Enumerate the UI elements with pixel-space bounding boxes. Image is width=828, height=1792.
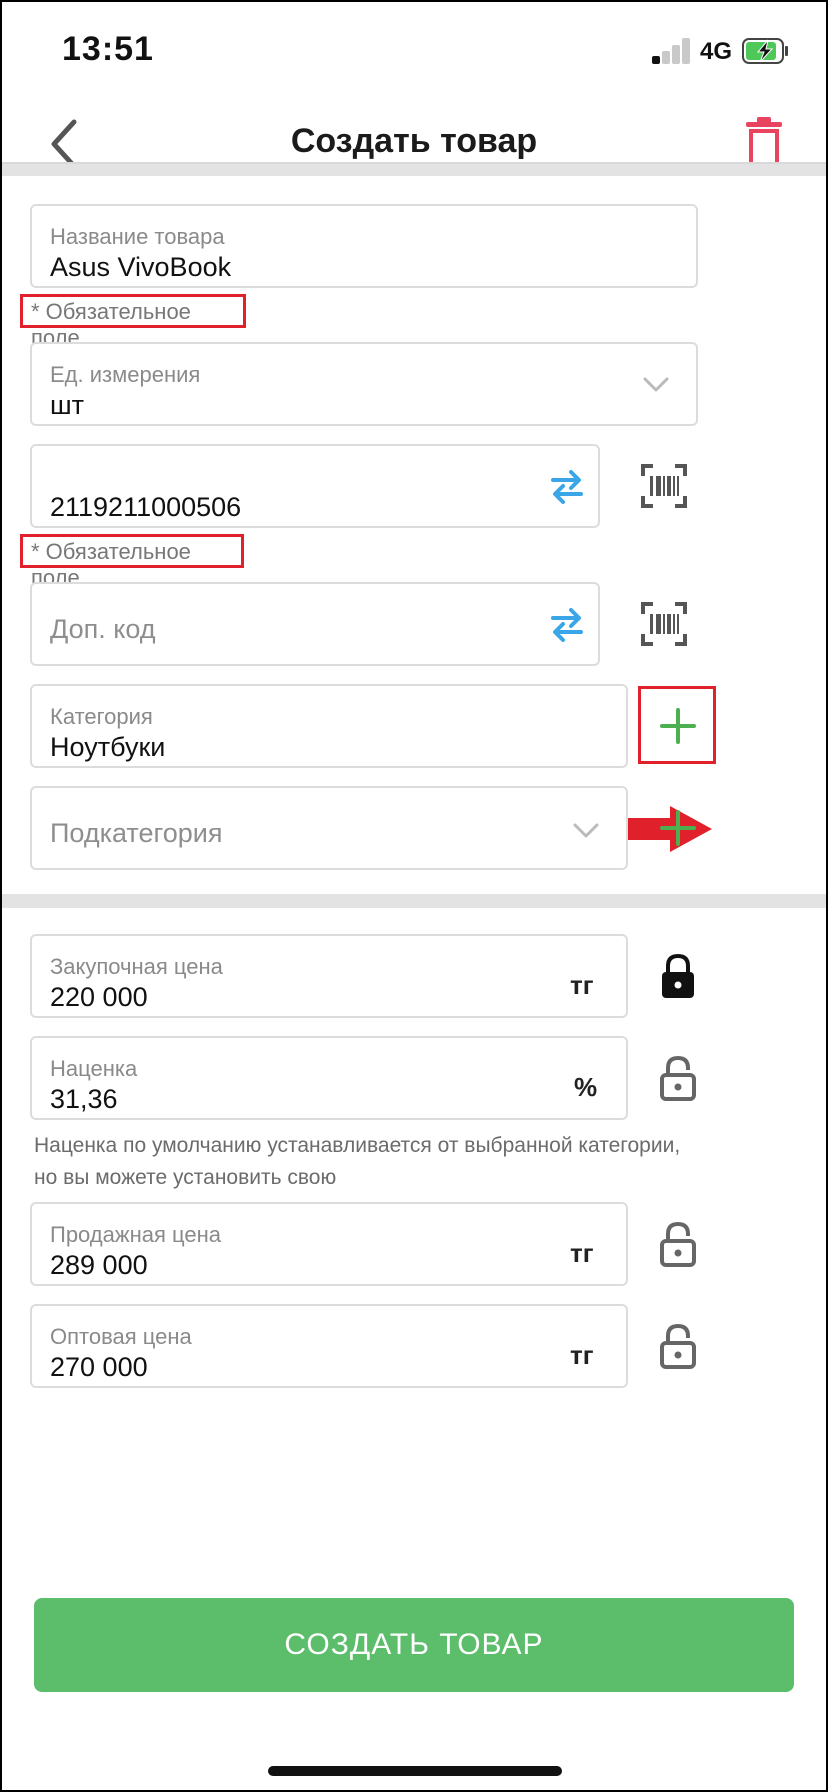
extra-code-placeholder: Доп. код [50,614,156,644]
required-field-note: * Обязательное поле [20,294,246,350]
markup-label: Наценка [50,1056,138,1081]
category-field[interactable]: Категория Ноутбуки [30,684,628,768]
percent-suffix: % [574,1072,598,1102]
barcode-field[interactable]: 2119211000506 [30,444,600,528]
app-screen: 13:51 4G Создать товар Название товара A… [2,2,826,1790]
product-name-value: Asus VivoBook [50,252,232,282]
signal-icon [652,38,692,64]
sale-price-field[interactable]: Продажная цена 289 000 тг [30,1202,628,1286]
barcode-scan-icon[interactable] [640,462,688,510]
required-field-note: * Обязательное поле [20,534,244,590]
purchase-price-field[interactable]: Закупочная цена 220 000 тг [30,934,628,1018]
status-bar: 13:51 4G [2,2,826,102]
add-subcategory-button[interactable] [658,808,698,848]
sale-price-label: Продажная цена [50,1222,221,1247]
create-product-button[interactable]: СОЗДАТЬ ТОВАР [34,1598,794,1692]
section-divider [2,894,826,908]
add-category-button[interactable] [658,706,698,746]
markup-value: 31,36 [50,1084,118,1114]
unit-select[interactable]: Ед. измерения шт [30,342,698,426]
product-name-field[interactable]: Название товара Asus VivoBook [30,204,698,288]
status-time: 13:51 [62,30,154,68]
barcode-value: 2119211000506 [50,492,242,522]
page-title: Создать товар [290,122,538,160]
section-divider [2,164,826,176]
home-indicator[interactable] [268,1766,562,1776]
category-value: Ноутбуки [50,732,166,762]
swap-arrows-icon[interactable] [550,466,584,506]
markup-hint: Наценка по умолчанию устанавливается от … [34,1134,681,1189]
wholesale-price-value: 270 000 [50,1352,148,1382]
currency-suffix: тг [570,1340,594,1370]
wholesale-price-field[interactable]: Оптовая цена 270 000 тг [30,1304,628,1388]
network-type: 4G [700,38,733,65]
unlock-icon[interactable] [654,1220,702,1268]
sale-price-value: 289 000 [50,1250,148,1280]
lock-icon[interactable] [654,952,702,1000]
chevron-down-icon [573,823,599,838]
product-name-label: Название товара [50,224,225,249]
markup-field[interactable]: Наценка 31,36 % [30,1036,628,1120]
currency-suffix: тг [570,1238,594,1268]
trash-icon[interactable] [744,116,784,168]
category-label: Категория [50,704,153,729]
wholesale-price-label: Оптовая цена [50,1324,192,1349]
unit-value: шт [50,390,85,420]
purchase-price-value: 220 000 [50,982,148,1012]
unit-label: Ед. измерения [50,362,201,387]
currency-suffix: тг [570,970,594,1000]
unlock-icon[interactable] [654,1054,702,1102]
swap-arrows-icon[interactable] [550,604,584,644]
battery-charging-icon [742,38,788,64]
subcategory-select[interactable]: Подкатегория [30,786,628,870]
purchase-price-label: Закупочная цена [50,954,223,979]
extra-code-field[interactable]: Доп. код [30,582,600,666]
subcategory-placeholder: Подкатегория [50,818,223,848]
chevron-down-icon [643,377,669,392]
barcode-scan-icon[interactable] [640,600,688,648]
unlock-icon[interactable] [654,1322,702,1370]
